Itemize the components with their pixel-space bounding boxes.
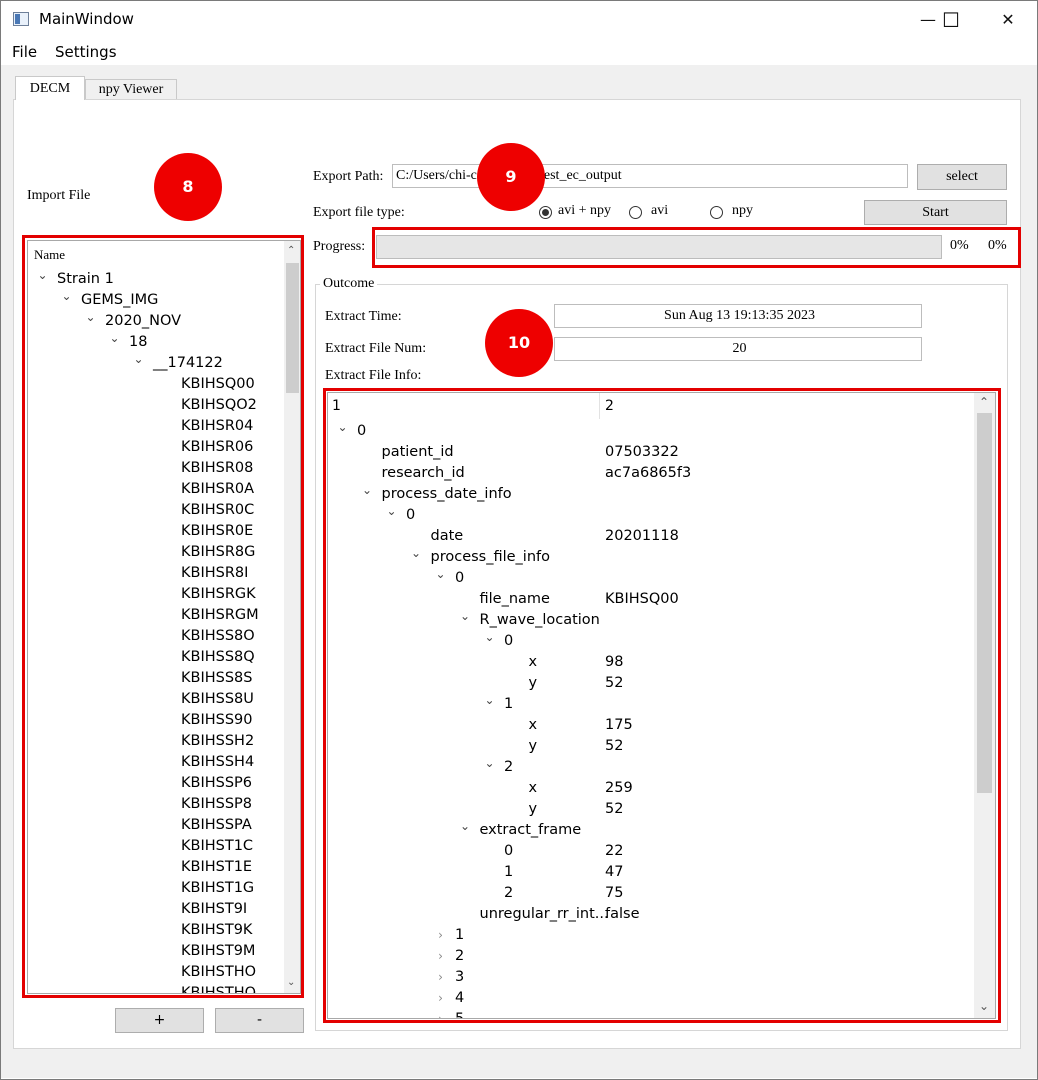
maximize-button[interactable]: ☐ [928,1,974,39]
extract-info-label: Extract File Info: [325,368,422,383]
radio-avi-label: avi [651,203,669,218]
badge-9: 9 [477,143,545,211]
window-title: MainWindow [39,10,134,28]
outcome-group-title: Outcome [320,276,378,292]
badge-8: 8 [154,153,222,221]
export-path-text-tail: test_ec_output [540,168,622,183]
radio-npy-label: npy [732,203,753,218]
highlight-box-import-tree [22,235,304,998]
app-icon [13,12,29,26]
radio-npy-indicator[interactable] [710,206,723,219]
menu-settings[interactable]: Settings [55,43,117,61]
import-file-label: Import File [27,188,91,203]
add-file-button[interactable]: + [115,1008,204,1033]
extract-time-label: Extract Time: [325,309,402,324]
export-path-label: Export Path: [313,169,384,184]
extract-num-field[interactable]: 20 [554,337,922,361]
menu-bar [1,39,1037,65]
extract-num-label: Extract File Num: [325,341,427,356]
progress-label: Progress: [313,239,366,254]
export-type-label: Export file type: [313,205,405,220]
highlight-box-extract-info [323,388,1001,1023]
maximize-icon: ☐ [942,8,960,32]
radio-npy[interactable]: npy [710,203,770,221]
start-button[interactable]: Start [864,200,1007,225]
radio-avi-npy-indicator[interactable] [539,206,552,219]
badge-10: 10 [485,309,553,377]
title-bar[interactable]: MainWindow — ☐ ✕ [1,1,1037,39]
radio-avi[interactable]: avi [629,203,689,221]
tab-npy-viewer[interactable]: npy Viewer [85,79,177,100]
remove-file-button[interactable]: - [215,1008,304,1033]
tab-decm[interactable]: DECM [15,76,85,100]
highlight-box-progress [372,227,1021,268]
select-path-button[interactable]: select [917,164,1007,190]
radio-avi-npy-label: avi + npy [558,203,611,218]
close-icon: ✕ [1001,10,1015,29]
close-button[interactable]: ✕ [985,1,1031,39]
extract-time-field[interactable]: Sun Aug 13 19:13:35 2023 [554,304,922,328]
menu-file[interactable]: File [12,43,37,61]
export-path-text: C:/Users/chi-c [396,168,477,183]
radio-avi-indicator[interactable] [629,206,642,219]
export-path-input[interactable]: C:/Users/chi-c test_ec_output [392,164,908,188]
